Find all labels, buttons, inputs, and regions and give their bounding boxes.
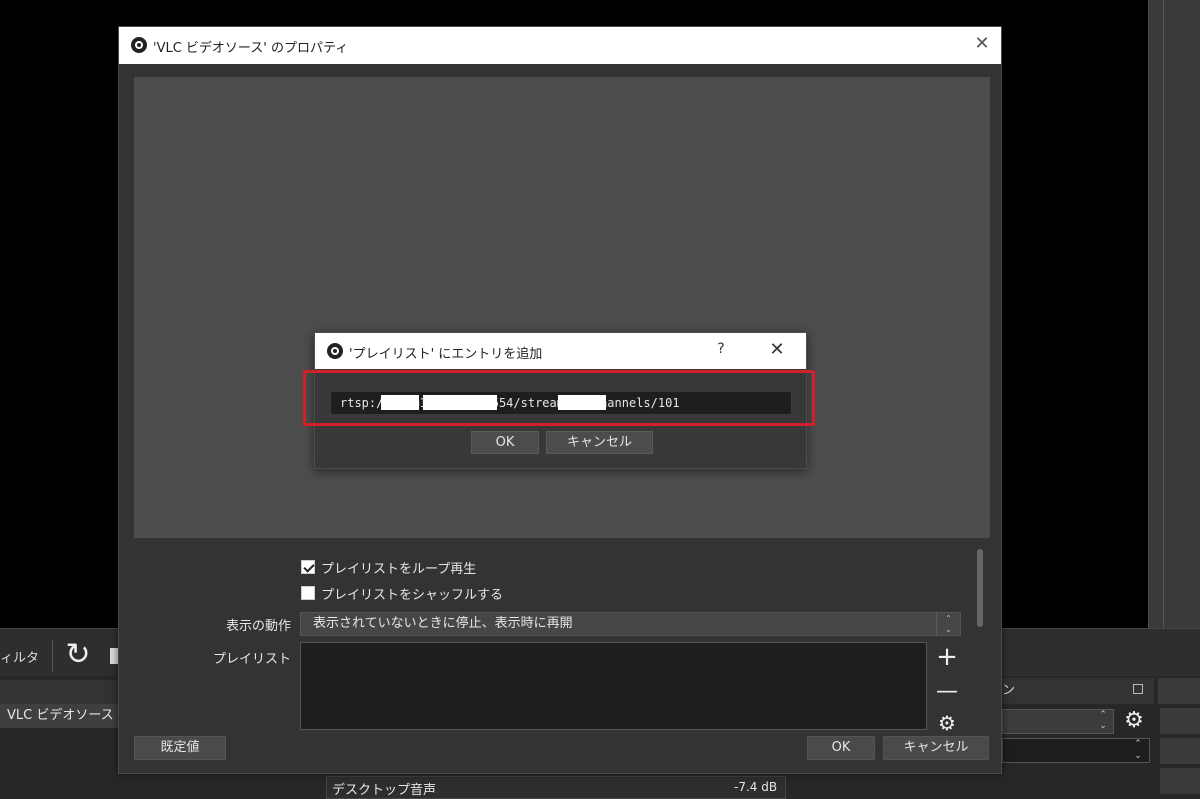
cancel-button[interactable]: キャンセル — [883, 736, 989, 760]
defaults-button[interactable]: 既定値 — [134, 736, 226, 760]
dialog-titlebar: 'プレイリスト' にエントリを追加 ? ✕ — [315, 333, 806, 369]
control-button[interactable] — [1160, 738, 1200, 764]
behavior-label: 表示の動作 — [225, 619, 291, 634]
filters-button[interactable]: ィルタ — [0, 647, 39, 666]
playlist-list[interactable] — [300, 642, 927, 730]
control-button[interactable] — [1160, 708, 1200, 734]
dialog-titlebar: 'VLC ビデオソース' のプロパティ ✕ — [119, 27, 1001, 64]
gear-icon[interactable]: ⚙ — [934, 713, 960, 733]
mixer-level: -7.4 dB — [734, 780, 778, 794]
scrollbar-thumb[interactable] — [977, 549, 983, 627]
remove-icon[interactable]: — — [934, 679, 960, 705]
right-panel-strip — [1148, 0, 1200, 628]
spin-arrows-icon[interactable]: ⌃ ⌄ — [1128, 738, 1148, 763]
checkbox-checked-icon[interactable] — [301, 560, 315, 574]
source-list-item[interactable]: VLC ビデオソース — [0, 704, 120, 728]
add-entry-dialog: 'プレイリスト' にエントリを追加 ? ✕ rtsp:// : @192.168… — [303, 332, 815, 469]
cancel-button[interactable]: キャンセル — [546, 431, 653, 454]
loop-playlist-checkbox[interactable]: プレイリストをループ再生 — [301, 557, 476, 577]
close-icon[interactable]: ✕ — [766, 339, 788, 361]
refresh-icon[interactable]: ↻ — [62, 638, 94, 672]
toolbar-divider — [52, 640, 53, 672]
transitions-dock-header: ン — [1002, 678, 1154, 704]
shuffle-playlist-checkbox[interactable]: プレイリストをシャッフルする — [301, 583, 503, 603]
checkbox-label: プレイリストをシャッフルする — [321, 587, 504, 603]
controls-dock-header — [1158, 678, 1200, 704]
gear-icon[interactable]: ⚙ — [1122, 708, 1146, 734]
ok-button[interactable]: OK — [471, 431, 539, 454]
dialog-title: 'VLC ビデオソース' のプロパティ — [153, 41, 349, 56]
checkbox-unchecked-icon[interactable] — [301, 586, 315, 600]
mixer-track-name: デスクトップ音声 — [332, 783, 437, 798]
add-icon[interactable]: + — [934, 644, 960, 670]
spin-arrows-icon[interactable]: ⌃ ⌄ — [1093, 710, 1113, 732]
control-button[interactable] — [1160, 768, 1200, 794]
close-icon[interactable]: ✕ — [971, 33, 993, 55]
undock-icon[interactable] — [1133, 684, 1143, 694]
sources-dock-header — [0, 680, 120, 704]
behavior-select[interactable]: 表示されていないときに停止、表示時に再開 — [300, 612, 961, 636]
checkbox-label: プレイリストをループ再生 — [321, 561, 477, 577]
playlist-label: プレイリスト — [212, 652, 291, 667]
help-icon[interactable]: ? — [713, 341, 729, 361]
dialog-title: 'プレイリスト' にエントリを追加 — [349, 347, 543, 362]
obs-logo-icon — [327, 343, 343, 359]
select-arrows-icon[interactable]: ⌃ ⌄ — [936, 613, 960, 635]
obs-logo-icon — [131, 37, 147, 53]
highlight-annotation — [303, 370, 815, 426]
ok-button[interactable]: OK — [807, 736, 875, 760]
